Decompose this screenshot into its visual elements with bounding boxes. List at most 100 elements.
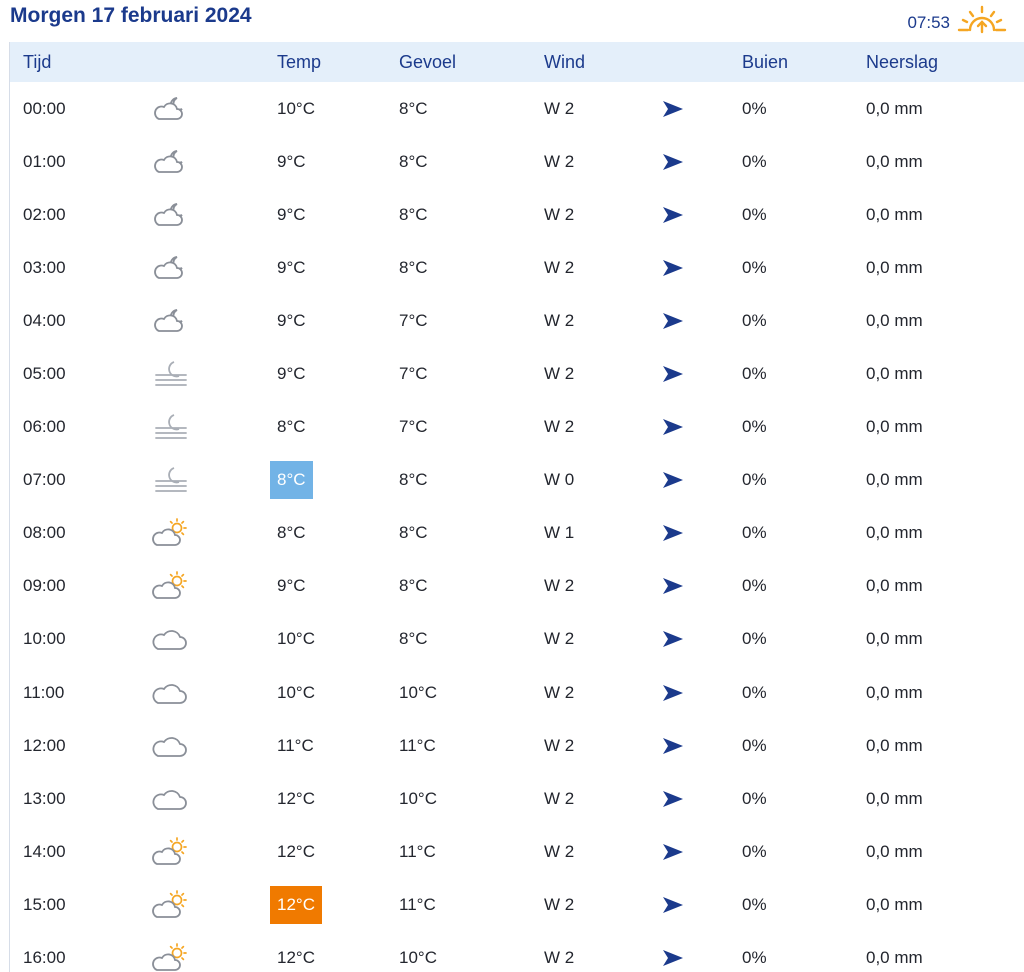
cloudy-icon (150, 783, 190, 815)
table-row: 04:00 9°C 7°C W 2 0% 0,0 mm (10, 294, 1024, 347)
wind-direction-arrow-icon (662, 790, 684, 808)
row-temp-cell: 9°C (277, 205, 399, 225)
hourly-forecast-table: Tijd Temp Gevoel Wind Buien Neerslag 00:… (9, 42, 1024, 972)
row-feel: 8°C (399, 204, 428, 224)
row-time: 15:00 (23, 894, 66, 914)
row-precip: 0,0 mm (866, 894, 923, 914)
row-time: 06:00 (23, 417, 66, 437)
row-wind: W 2 (544, 417, 575, 437)
row-time: 07:00 (23, 470, 66, 490)
row-weather-icon-cell (150, 252, 277, 284)
partly-cloudy-day-icon (150, 517, 190, 549)
row-feel: 10°C (399, 948, 437, 968)
row-temp-cell: 12°C (277, 948, 399, 968)
row-weather-icon-cell (150, 783, 277, 815)
row-precip: 0,0 mm (866, 470, 923, 490)
row-wind-direction-cell (662, 100, 742, 118)
col-header-temp: Temp (277, 51, 322, 72)
row-feel: 10°C (399, 788, 437, 808)
row-wind: W 2 (544, 151, 575, 171)
row-feel: 11°C (399, 841, 436, 861)
row-wind: W 2 (544, 629, 575, 649)
row-temp-cell: 10°C (277, 99, 399, 119)
row-precip: 0,0 mm (866, 98, 923, 118)
row-time: 09:00 (23, 576, 66, 596)
wind-direction-arrow-icon (662, 259, 684, 277)
row-wind-direction-cell (662, 843, 742, 861)
row-wind-direction-cell (662, 684, 742, 702)
table-row: 05:00 9°C 7°C W 2 0% 0,0 mm (10, 347, 1024, 400)
row-time: 02:00 (23, 204, 66, 224)
row-time: 08:00 (23, 523, 66, 543)
row-showers: 0% (742, 682, 767, 702)
row-wind: W 2 (544, 735, 575, 755)
row-wind: W 2 (544, 682, 575, 702)
row-time: 12:00 (23, 735, 66, 755)
row-weather-icon-cell (150, 623, 277, 655)
row-wind-direction-cell (662, 471, 742, 489)
row-feel: 10°C (399, 682, 437, 702)
wind-direction-arrow-icon (662, 365, 684, 383)
row-temp: 9°C (277, 151, 306, 171)
row-precip: 0,0 mm (866, 948, 923, 968)
row-showers: 0% (742, 257, 767, 277)
row-temp: 9°C (277, 576, 306, 596)
row-precip: 0,0 mm (866, 151, 923, 171)
row-temp-cell: 8°C (277, 523, 399, 543)
row-wind-direction-cell (662, 259, 742, 277)
row-temp-cell: 9°C (277, 364, 399, 384)
row-temp: 8°C (270, 461, 313, 500)
table-body: 00:00 10°C 8°C W 2 0% 0,0 mm 01:00 9°C 8°C W 2 0% 0… (10, 82, 1024, 972)
row-weather-icon-cell (150, 570, 277, 602)
row-feel: 11°C (399, 894, 436, 914)
col-header-feel: Gevoel (399, 51, 457, 72)
row-wind: W 2 (544, 310, 575, 330)
sunrise-icon (956, 5, 1008, 37)
row-time: 13:00 (23, 788, 66, 808)
row-weather-icon-cell (150, 358, 277, 390)
row-feel: 7°C (399, 417, 428, 437)
row-temp: 12°C (277, 788, 315, 808)
row-temp: 10°C (277, 682, 315, 702)
row-wind: W 2 (544, 894, 575, 914)
partly-cloudy-day-icon (150, 942, 190, 972)
row-wind-direction-cell (662, 737, 742, 755)
table-row: 00:00 10°C 8°C W 2 0% 0,0 mm (10, 82, 1024, 135)
row-temp-cell: 9°C (277, 152, 399, 172)
partly-cloudy-night-icon (150, 146, 190, 178)
row-temp-cell: 8°C (277, 417, 399, 437)
cloudy-icon (150, 730, 190, 762)
row-wind: W 2 (544, 841, 575, 861)
wind-direction-arrow-icon (662, 524, 684, 542)
col-header-time: Tijd (23, 51, 52, 72)
row-wind: W 2 (544, 948, 575, 968)
row-weather-icon-cell (150, 411, 277, 443)
table-row: 15:00 12°C 11°C W 2 0% 0,0 mm (10, 878, 1024, 931)
row-wind-direction-cell (662, 524, 742, 542)
row-temp: 12°C (270, 885, 322, 924)
row-feel: 8°C (399, 629, 428, 649)
row-showers: 0% (742, 98, 767, 118)
wind-direction-arrow-icon (662, 684, 684, 702)
table-row: 13:00 12°C 10°C W 2 0% 0,0 mm (10, 772, 1024, 825)
col-header-wind: Wind (544, 51, 586, 72)
row-precip: 0,0 mm (866, 257, 923, 277)
partly-cloudy-night-icon (150, 305, 190, 337)
row-showers: 0% (742, 735, 767, 755)
row-temp: 10°C (277, 98, 315, 118)
row-temp-cell: 10°C (277, 683, 399, 703)
row-time: 05:00 (23, 364, 66, 384)
row-weather-icon-cell (150, 146, 277, 178)
table-row: 16:00 12°C 10°C W 2 0% 0,0 mm (10, 932, 1024, 972)
table-row: 06:00 8°C 7°C W 2 0% 0,0 mm (10, 401, 1024, 454)
row-wind-direction-cell (662, 949, 742, 967)
cloudy-icon (150, 677, 190, 709)
page-title: Morgen 17 februari 2024 (10, 4, 252, 27)
row-wind: W 2 (544, 788, 575, 808)
row-time: 16:00 (23, 948, 66, 968)
row-wind-direction-cell (662, 790, 742, 808)
wind-direction-arrow-icon (662, 577, 684, 595)
row-wind: W 2 (544, 576, 575, 596)
row-temp-cell: 12°C (277, 789, 399, 809)
row-weather-icon-cell (150, 464, 277, 496)
